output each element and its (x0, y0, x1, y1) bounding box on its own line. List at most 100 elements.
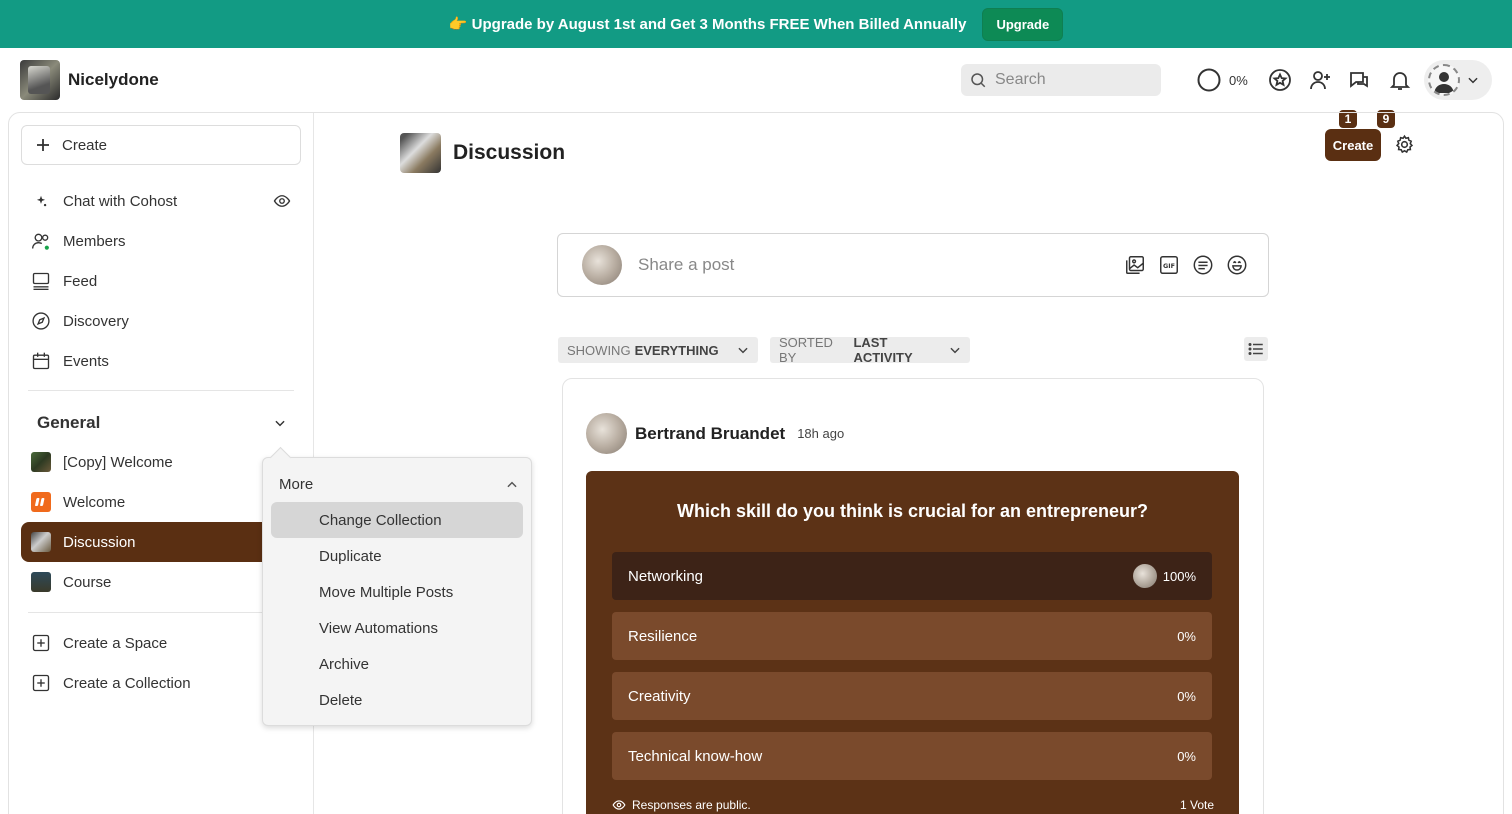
sidebar-space-course[interactable]: Course (21, 562, 301, 602)
eye-icon[interactable] (273, 192, 291, 210)
avatar (582, 245, 622, 285)
space-thumbnail (31, 572, 51, 592)
space-thumbnail (31, 452, 51, 472)
menu-item-move-multiple-posts[interactable]: Move Multiple Posts (271, 574, 523, 610)
add-user-icon[interactable] (1308, 68, 1332, 92)
filter-sort-prefix: SORTED BY (779, 335, 833, 365)
sidebar-space-welcome[interactable]: Welcome (21, 482, 301, 522)
author-avatar[interactable] (586, 413, 627, 454)
top-header: Nicelydone 0% 1 9 (0, 48, 1512, 128)
sidebar-item-label: Chat with Cohost (63, 192, 178, 210)
emoji-icon[interactable] (1226, 254, 1248, 276)
create-space-button[interactable]: Create a Space (21, 623, 301, 663)
poll-visibility-note: Responses are public. (632, 798, 751, 812)
list-view-icon[interactable] (1244, 337, 1268, 361)
chevron-down-icon (273, 416, 287, 430)
chevron-down-icon (736, 343, 750, 357)
space-label: [Copy] Welcome (63, 453, 173, 471)
page-title: Discussion (453, 141, 566, 164)
space-label: Welcome (63, 493, 126, 511)
svg-text:GIF: GIF (1163, 262, 1175, 270)
poll-option-percent: 0% (1177, 688, 1196, 704)
poll-icon[interactable] (1192, 254, 1214, 276)
poll-option-percent: 100% (1162, 568, 1196, 584)
sidebar-item-feed[interactable]: Feed (21, 261, 301, 301)
space-label: Course (63, 573, 112, 591)
poll-vote-count[interactable]: 1 Vote (1180, 798, 1214, 812)
sidebar-divider (28, 390, 294, 391)
upgrade-button[interactable]: Upgrade (982, 7, 1064, 41)
bell-icon[interactable] (1388, 68, 1412, 92)
calendar-icon (31, 351, 51, 371)
chevron-down-icon (948, 343, 962, 357)
filter-showing-dropdown[interactable]: SHOWING EVERYTHING (558, 337, 758, 363)
progress-percent: 0% (1229, 73, 1248, 88)
menu-item-delete[interactable]: Delete (271, 682, 523, 718)
sidebar-item-discovery[interactable]: Discovery (21, 301, 301, 341)
gif-icon[interactable]: GIF (1158, 254, 1180, 276)
sidebar-item-label: Discovery (63, 312, 129, 330)
post-timestamp: 18h ago (797, 426, 845, 441)
poll-option[interactable]: Creativity 0% (612, 672, 1212, 720)
sidebar-create-button[interactable]: Create (21, 125, 301, 165)
compass-icon (31, 311, 51, 331)
feed-icon (31, 271, 51, 291)
author-name[interactable]: Bertrand Bruandet (635, 424, 785, 444)
poll-option-percent: 0% (1177, 628, 1196, 644)
dropdown-header-label: More (279, 476, 314, 493)
banner-text: 👉 Upgrade by August 1st and Get 3 Months… (448, 16, 967, 33)
poll-option[interactable]: Resilience 0% (612, 612, 1212, 660)
menu-item-archive[interactable]: Archive (271, 646, 523, 682)
avatar (1428, 64, 1460, 96)
brand-name[interactable]: Nicelydone (68, 70, 159, 90)
gear-icon[interactable] (1394, 134, 1415, 155)
dropdown-header-more[interactable]: More (279, 476, 519, 493)
poll-option-label: Creativity (628, 687, 691, 705)
menu-item-change-collection[interactable]: Change Collection (271, 502, 523, 538)
poll-option[interactable]: Technical know-how 0% (612, 732, 1212, 780)
sidebar-item-label: Members (63, 232, 126, 250)
sidebar-item-members[interactable]: Members (21, 221, 301, 261)
poll-footer: Responses are public. 1 Vote (612, 798, 1214, 812)
user-menu[interactable] (1424, 60, 1492, 100)
more-dropdown-menu: More Change Collection Duplicate Move Mu… (262, 457, 532, 726)
chat-icon[interactable] (1347, 68, 1371, 92)
plus-square-icon (31, 673, 51, 693)
sidebar-item-label: Events (63, 352, 109, 370)
space-thumbnail (31, 532, 51, 552)
poll-question: Which skill do you think is crucial for … (676, 501, 1149, 521)
create-collection-button[interactable]: Create a Collection (21, 663, 301, 703)
sidebar-item-events[interactable]: Events (21, 341, 301, 381)
brand-logo[interactable] (20, 60, 60, 100)
poll-option[interactable]: Networking 100% (612, 552, 1212, 600)
search-box[interactable] (961, 64, 1161, 96)
menu-item-duplicate[interactable]: Duplicate (271, 538, 523, 574)
sidebar-item-label: Feed (63, 272, 98, 290)
sidebar-space-copy-welcome[interactable]: [Copy] Welcome (21, 442, 301, 482)
create-collection-label: Create a Collection (63, 674, 191, 692)
space-thumbnail (31, 492, 51, 512)
eye-icon (612, 798, 626, 812)
promo-banner: 👉 Upgrade by August 1st and Get 3 Months… (0, 0, 1512, 48)
composer-placeholder[interactable]: Share a post (638, 255, 734, 275)
create-post-button[interactable]: Create (1325, 129, 1381, 161)
post-composer[interactable]: Share a post GIF (557, 233, 1269, 297)
group-header-general[interactable]: General (37, 413, 287, 433)
voter-avatar (1132, 564, 1157, 588)
progress-ring-icon[interactable] (1197, 68, 1221, 92)
filter-sort-dropdown[interactable]: SORTED BY LAST ACTIVITY (770, 335, 970, 365)
create-space-label: Create a Space (63, 634, 168, 652)
star-icon[interactable] (1268, 68, 1292, 92)
search-input[interactable] (995, 71, 1145, 89)
plus-icon (36, 138, 50, 152)
menu-item-view-automations[interactable]: View Automations (271, 610, 523, 646)
users-icon (31, 231, 51, 251)
create-label: Create (62, 136, 108, 154)
poll-option-percent: 0% (1177, 748, 1196, 764)
filter-showing-value: EVERYTHING (634, 342, 719, 358)
image-icon[interactable] (1124, 254, 1146, 276)
poll-card: Which skill do you think is crucial for … (586, 471, 1239, 814)
chevron-up-icon (505, 478, 519, 492)
sidebar-space-discussion[interactable]: Discussion (21, 522, 263, 562)
sidebar-item-chat-with-cohost[interactable]: Chat with Cohost (21, 181, 301, 221)
